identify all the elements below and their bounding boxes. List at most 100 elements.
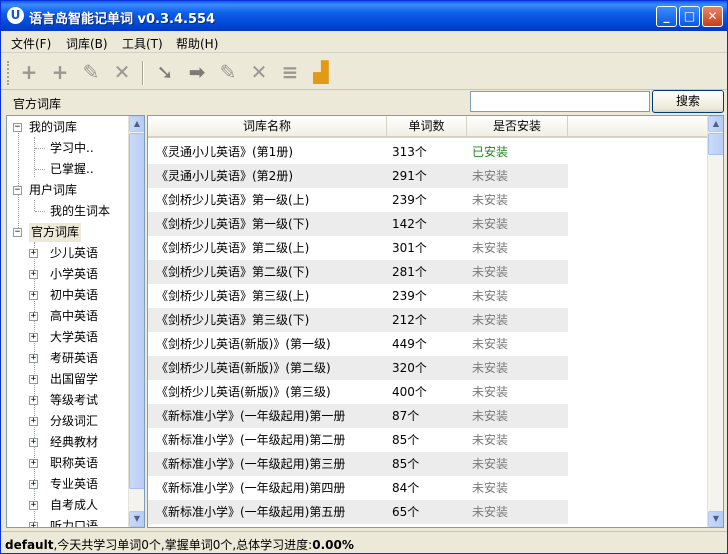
list-header: 词库名称 单词数 是否安装	[148, 116, 708, 138]
menu-help[interactable]: 帮助(H)	[176, 35, 218, 52]
table-row[interactable]: 《剑桥少儿英语(新版)》(第二级) 320个 未安装	[148, 356, 568, 380]
expand-toggle-icon[interactable]: +	[29, 501, 38, 510]
delete-icon[interactable]: ✕	[110, 60, 134, 84]
tree-connector	[18, 128, 19, 234]
collapse-toggle-icon[interactable]: −	[13, 186, 22, 195]
collapse-toggle-icon[interactable]: −	[13, 123, 22, 132]
expand-toggle-icon[interactable]: +	[29, 249, 38, 258]
tree-node-label: 学习中..	[50, 141, 94, 155]
row-count: 449个	[392, 337, 427, 351]
expand-toggle-icon[interactable]: +	[29, 417, 38, 426]
menu-file[interactable]: 文件(F)	[11, 35, 51, 52]
table-row[interactable]: 《新标准小学》(一年级起用)第二册 85个 未安装	[148, 428, 568, 452]
tree-node-label: 已掌握..	[50, 162, 94, 176]
list-scrollbar[interactable]: ▲ ▼	[707, 116, 723, 527]
app-window: U 语言岛智能记单词 v0.3.4.554 _ □ ✕ 文件(F) 词库(B) …	[0, 0, 728, 554]
column-header-name[interactable]: 词库名称	[148, 116, 387, 138]
close-button[interactable]: ✕	[702, 6, 723, 27]
row-status: 未安装	[472, 409, 509, 423]
row-count: 239个	[392, 289, 427, 303]
table-row[interactable]: 《剑桥少儿英语》第一级(下) 142个 未安装	[148, 212, 568, 236]
table-row[interactable]: 《剑桥少儿英语(新版)》(第一级) 449个 未安装	[148, 332, 568, 356]
row-count: 85个	[392, 457, 420, 471]
minimize-button[interactable]: _	[656, 6, 677, 27]
table-row[interactable]: 《新标准小学》(一年级起用)第一册 87个 未安装	[148, 404, 568, 428]
app-logo-icon: U	[7, 7, 24, 24]
expand-toggle-icon[interactable]: +	[29, 459, 38, 468]
row-name: 《新标准小学》(一年级起用)第四册	[156, 481, 346, 495]
expand-toggle-icon[interactable]: +	[29, 438, 38, 447]
edit-icon[interactable]: ✎	[79, 60, 103, 84]
expand-toggle-icon[interactable]: +	[29, 291, 38, 300]
menu-wordbank[interactable]: 词库(B)	[66, 35, 108, 52]
expand-toggle-icon[interactable]: +	[29, 480, 38, 489]
row-count: 400个	[392, 385, 427, 399]
scroll-down-icon[interactable]: ▼	[129, 511, 144, 527]
table-row[interactable]: 《剑桥少儿英语》第二级(下) 281个 未安装	[148, 260, 568, 284]
table-row[interactable]: 《剑桥少儿英语》第一级(上) 239个 未安装	[148, 188, 568, 212]
table-row[interactable]: 《剑桥少儿英语》第二级(上) 301个 未安装	[148, 236, 568, 260]
expand-toggle-icon[interactable]: +	[29, 396, 38, 405]
row-status: 未安装	[472, 361, 509, 375]
scroll-up-icon[interactable]: ▲	[708, 116, 723, 132]
tree-node-label: 用户词库	[29, 183, 78, 197]
row-status: 未安装	[472, 217, 509, 231]
scroll-thumb[interactable]	[708, 133, 723, 155]
path-bar: 官方词库 搜索	[1, 90, 727, 114]
table-row[interactable]: 《灵通小儿英语》(第2册) 291个 未安装	[148, 164, 568, 188]
row-count: 313个	[392, 145, 427, 159]
expand-toggle-icon[interactable]: +	[29, 354, 38, 363]
add-icon[interactable]: +	[17, 60, 41, 84]
tree-node-label: 大学英语	[50, 330, 99, 344]
tree-connector	[34, 137, 35, 177]
expand-toggle-icon[interactable]: +	[29, 333, 38, 342]
row-count: 87个	[392, 409, 420, 423]
list-icon[interactable]: ≡	[278, 60, 302, 84]
tree-node-label: 官方词库	[29, 223, 82, 242]
row-name: 《剑桥少儿英语》第一级(下)	[156, 217, 310, 231]
table-row[interactable]: 《灵通小儿英语》(第1册) 313个 已安装	[148, 140, 568, 164]
arrow-down-icon[interactable]: ➘	[153, 60, 177, 84]
scroll-down-icon[interactable]: ▼	[708, 511, 723, 527]
tree-node-label: 听力口语	[50, 519, 99, 528]
title-bar[interactable]: U 语言岛智能记单词 v0.3.4.554 _ □ ✕	[1, 1, 727, 31]
column-header-installed[interactable]: 是否安装	[467, 116, 568, 138]
edit-word-icon[interactable]: ✎	[216, 60, 240, 84]
scroll-thumb[interactable]	[129, 133, 144, 489]
column-header-count[interactable]: 单词数	[387, 116, 467, 138]
collapse-toggle-icon[interactable]: −	[13, 228, 22, 237]
search-button[interactable]: 搜索	[652, 90, 724, 113]
table-row[interactable]: 《新标准小学》(一年级起用)第四册 84个 未安装	[148, 476, 568, 500]
tree-node-label: 分级词汇	[50, 414, 99, 428]
bar-chart-icon[interactable]: ▟	[309, 60, 333, 84]
expand-toggle-icon[interactable]: +	[29, 375, 38, 384]
table-row[interactable]: 《新标准小学》(一年级起用)第三册 85个 未安装	[148, 452, 568, 476]
table-row[interactable]: 《新标准小学》(一年级起用)第五册 65个 未安装	[148, 500, 568, 524]
table-row[interactable]: 《剑桥少儿英语》第三级(下) 212个 未安装	[148, 308, 568, 332]
row-status: 未安装	[472, 385, 509, 399]
expand-toggle-icon[interactable]: +	[29, 270, 38, 279]
scroll-up-icon[interactable]: ▲	[129, 116, 144, 132]
arrow-right-icon[interactable]: ➡	[185, 60, 209, 84]
table-row[interactable]: 《剑桥少儿英语》第三级(上) 239个 未安装	[148, 284, 568, 308]
tree-scrollbar[interactable]: ▲ ▼	[128, 116, 144, 527]
search-input[interactable]	[470, 91, 650, 112]
tree-node-label: 职称英语	[50, 456, 99, 470]
add-sub-icon[interactable]: +	[48, 60, 72, 84]
tree-node-label: 小学英语	[50, 267, 99, 281]
row-name: 《剑桥少儿英语》第一级(上)	[156, 193, 310, 207]
table-row[interactable]: 《剑桥少儿英语(新版)》(第三级) 400个 未安装	[148, 380, 568, 404]
row-name: 《剑桥少儿英语》第二级(上)	[156, 241, 310, 255]
toolbar-grip[interactable]	[7, 61, 10, 85]
expand-toggle-icon[interactable]: +	[29, 312, 38, 321]
delete-word-icon[interactable]: ✕	[247, 60, 271, 84]
menu-tools[interactable]: 工具(T)	[122, 35, 163, 52]
expand-toggle-icon[interactable]: +	[29, 522, 38, 527]
row-status: 未安装	[472, 481, 509, 495]
row-status: 未安装	[472, 505, 509, 519]
tree-node-label: 高中英语	[50, 309, 99, 323]
row-status: 未安装	[472, 193, 509, 207]
row-name: 《剑桥少儿英语(新版)》(第二级)	[156, 361, 331, 375]
row-count: 142个	[392, 217, 427, 231]
maximize-button[interactable]: □	[679, 6, 700, 27]
